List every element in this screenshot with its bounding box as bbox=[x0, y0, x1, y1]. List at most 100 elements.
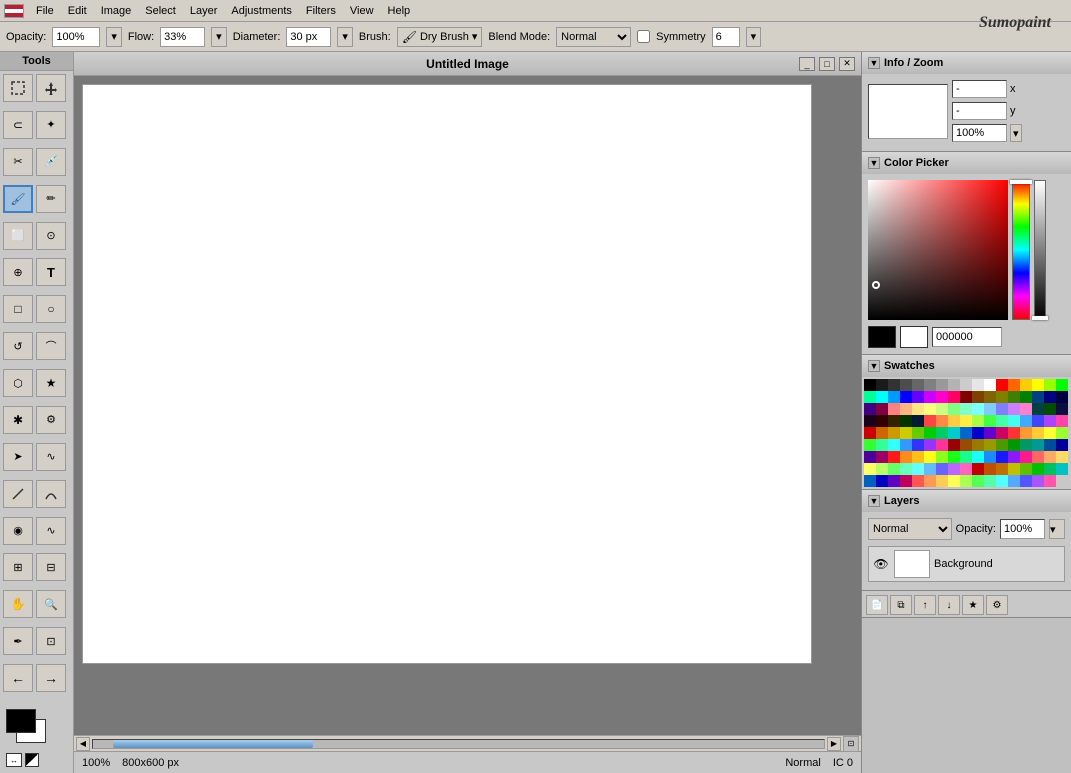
swatch-color[interactable] bbox=[876, 463, 888, 475]
swatch-color[interactable] bbox=[1020, 475, 1032, 487]
opacity-input[interactable] bbox=[52, 27, 100, 47]
swatch-color[interactable] bbox=[864, 379, 876, 391]
swatch-color[interactable] bbox=[1008, 403, 1020, 415]
tool-spiral[interactable]: ∿ bbox=[36, 443, 66, 471]
swatch-color[interactable] bbox=[1056, 379, 1068, 391]
swatch-color[interactable] bbox=[936, 475, 948, 487]
swatch-color[interactable] bbox=[1032, 415, 1044, 427]
swatch-color[interactable] bbox=[1020, 463, 1032, 475]
tool-curve[interactable] bbox=[36, 480, 66, 508]
swatch-color[interactable] bbox=[984, 427, 996, 439]
swatch-color[interactable] bbox=[936, 463, 948, 475]
swatch-color[interactable] bbox=[1008, 451, 1020, 463]
swatch-color[interactable] bbox=[900, 463, 912, 475]
tool-fill[interactable]: ◉ bbox=[3, 517, 33, 545]
menu-select[interactable]: Select bbox=[139, 3, 182, 19]
brush-selector[interactable]: 🖌 Dry Brush ▾ bbox=[397, 27, 483, 47]
swatch-color[interactable] bbox=[996, 391, 1008, 403]
swatch-color[interactable] bbox=[948, 475, 960, 487]
tool-arrow-right[interactable]: → bbox=[36, 664, 66, 692]
swatch-color[interactable] bbox=[876, 403, 888, 415]
swatch-color[interactable] bbox=[1044, 463, 1056, 475]
swatch-color[interactable] bbox=[1044, 451, 1056, 463]
swatch-color[interactable] bbox=[876, 427, 888, 439]
swatch-color[interactable] bbox=[888, 391, 900, 403]
swatch-color[interactable] bbox=[972, 403, 984, 415]
tool-eraser[interactable]: ⬜ bbox=[3, 222, 33, 250]
swatch-color[interactable] bbox=[996, 427, 1008, 439]
swatch-color[interactable] bbox=[876, 475, 888, 487]
swatch-color[interactable] bbox=[948, 415, 960, 427]
swatch-color[interactable] bbox=[936, 427, 948, 439]
swatch-color[interactable] bbox=[924, 403, 936, 415]
swatch-color[interactable] bbox=[960, 391, 972, 403]
tool-hand[interactable]: ✋ bbox=[3, 590, 33, 618]
tool-eyedrop2[interactable]: ✒ bbox=[3, 627, 33, 655]
add-effect-button[interactable]: ★ bbox=[962, 595, 984, 615]
swatch-color[interactable] bbox=[984, 451, 996, 463]
swatch-color[interactable] bbox=[936, 379, 948, 391]
tool-lasso[interactable]: ⊂ bbox=[3, 111, 33, 139]
symmetry-checkbox[interactable] bbox=[637, 30, 650, 43]
swatch-color[interactable] bbox=[936, 391, 948, 403]
swatch-color[interactable] bbox=[948, 463, 960, 475]
tool-heal[interactable]: ∿ bbox=[36, 517, 66, 545]
swatch-color[interactable] bbox=[960, 427, 972, 439]
tool-gear[interactable]: ⚙ bbox=[36, 406, 66, 434]
swatch-color[interactable] bbox=[900, 451, 912, 463]
swatch-color[interactable] bbox=[900, 415, 912, 427]
tool-star[interactable]: ★ bbox=[36, 369, 66, 397]
symmetry-value[interactable] bbox=[712, 27, 740, 47]
layer-settings-button[interactable]: ⚙ bbox=[986, 595, 1008, 615]
swatch-color[interactable] bbox=[1008, 379, 1020, 391]
swatch-color[interactable] bbox=[888, 475, 900, 487]
tool-text[interactable]: T bbox=[36, 258, 66, 286]
menu-edit[interactable]: Edit bbox=[62, 3, 93, 19]
tool-path[interactable]: ⌒ bbox=[36, 332, 66, 360]
swatch-color[interactable] bbox=[924, 415, 936, 427]
swatch-color[interactable] bbox=[1056, 451, 1068, 463]
swatch-color[interactable] bbox=[960, 379, 972, 391]
swatch-color[interactable] bbox=[912, 427, 924, 439]
swatch-color[interactable] bbox=[876, 379, 888, 391]
tool-stamp[interactable]: ⊕ bbox=[3, 258, 33, 286]
swatch-color[interactable] bbox=[960, 403, 972, 415]
default-colors-icon[interactable] bbox=[25, 753, 39, 767]
swatch-color[interactable] bbox=[936, 439, 948, 451]
swatch-color[interactable] bbox=[924, 451, 936, 463]
hue-bar[interactable] bbox=[1012, 180, 1030, 320]
swatch-color[interactable] bbox=[1044, 403, 1056, 415]
swatch-color[interactable] bbox=[1056, 415, 1068, 427]
swatch-color[interactable] bbox=[912, 391, 924, 403]
swatch-color[interactable] bbox=[1056, 391, 1068, 403]
swatch-color[interactable] bbox=[864, 451, 876, 463]
swatch-color[interactable] bbox=[1032, 439, 1044, 451]
blend-mode-select[interactable]: Normal bbox=[556, 27, 631, 47]
swatch-color[interactable] bbox=[1008, 415, 1020, 427]
swatch-color[interactable] bbox=[984, 439, 996, 451]
swatch-color[interactable] bbox=[888, 439, 900, 451]
new-layer-button[interactable]: 📄 bbox=[866, 595, 888, 615]
swatch-color[interactable] bbox=[888, 463, 900, 475]
y-coord[interactable] bbox=[952, 102, 1007, 120]
swatch-color[interactable] bbox=[864, 475, 876, 487]
scroll-track[interactable] bbox=[92, 739, 825, 749]
flow-dropdown[interactable]: ▾ bbox=[211, 27, 227, 47]
swatch-color[interactable] bbox=[1056, 439, 1068, 451]
swatch-color[interactable] bbox=[1008, 463, 1020, 475]
swatch-color[interactable] bbox=[912, 475, 924, 487]
swatch-color[interactable] bbox=[960, 475, 972, 487]
swatch-color[interactable] bbox=[900, 379, 912, 391]
menu-view[interactable]: View bbox=[344, 3, 380, 19]
menu-help[interactable]: Help bbox=[382, 3, 417, 19]
layers-header[interactable]: ▼ Layers bbox=[862, 490, 1071, 512]
swatch-color[interactable] bbox=[972, 475, 984, 487]
swatch-color[interactable] bbox=[948, 403, 960, 415]
swatch-color[interactable] bbox=[984, 379, 996, 391]
swatch-color[interactable] bbox=[996, 439, 1008, 451]
tool-arrow[interactable]: ➤ bbox=[3, 443, 33, 471]
duplicate-layer-button[interactable]: ⧉ bbox=[890, 595, 912, 615]
tool-crop[interactable]: ✂ bbox=[3, 148, 33, 176]
swap-colors-icon[interactable]: ↔ bbox=[6, 753, 22, 767]
foreground-swatch[interactable] bbox=[868, 326, 896, 348]
